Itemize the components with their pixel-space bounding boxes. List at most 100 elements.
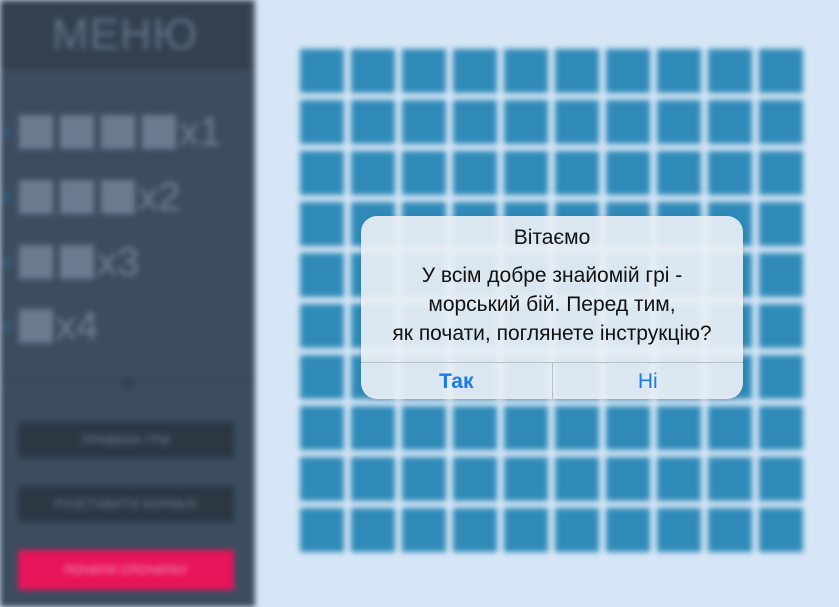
dialog-button-bar: Так Ні: [361, 362, 743, 399]
ship-row-3: x2: [5, 174, 181, 219]
ship-cell: [19, 245, 53, 279]
board-cell[interactable]: [555, 457, 599, 501]
board-cell[interactable]: [606, 508, 650, 552]
board-cell[interactable]: [300, 508, 344, 552]
no-button[interactable]: Ні: [553, 363, 744, 399]
ship-cell: [19, 309, 53, 343]
board-cell[interactable]: [759, 100, 803, 144]
board-cell[interactable]: [504, 406, 548, 450]
board-cell[interactable]: [657, 151, 701, 195]
board-cell[interactable]: [555, 508, 599, 552]
board-cell[interactable]: [708, 406, 752, 450]
dialog-message: У всім добре знайомій грі - морський бій…: [361, 261, 743, 348]
board-cell[interactable]: [300, 457, 344, 501]
arrow-icon: [5, 193, 11, 201]
board-cell[interactable]: [504, 508, 548, 552]
ship-count: x4: [56, 303, 99, 348]
ship-cell: [101, 115, 135, 149]
board-cell[interactable]: [657, 100, 701, 144]
board-cell[interactable]: [402, 49, 446, 93]
board-cell[interactable]: [402, 100, 446, 144]
board-cell[interactable]: [351, 151, 395, 195]
board-cell[interactable]: [453, 49, 497, 93]
board-cell[interactable]: [606, 406, 650, 450]
board-cell[interactable]: [759, 508, 803, 552]
board-cell[interactable]: [657, 49, 701, 93]
arrow-icon: [5, 258, 11, 266]
board-cell[interactable]: [300, 355, 344, 399]
board-cell[interactable]: [606, 100, 650, 144]
board-cell[interactable]: [453, 100, 497, 144]
board-cell[interactable]: [606, 151, 650, 195]
sidebar-menu: МЕНЮ x1 x2 x3 x4 ПРАВИЛА ГРИ РОЗСТАВИТИ …: [0, 0, 255, 607]
restart-button[interactable]: ПОЧАТИ СПОЧАТКУ: [18, 550, 234, 590]
ship-cell: [142, 115, 176, 149]
ship-cell: [60, 115, 94, 149]
dialog-message-line: як почати, поглянете інструкцію?: [392, 322, 712, 345]
board-cell[interactable]: [606, 457, 650, 501]
yes-button[interactable]: Так: [361, 363, 553, 399]
board-cell[interactable]: [300, 406, 344, 450]
board-cell[interactable]: [657, 406, 701, 450]
place-ships-button[interactable]: РОЗСТАВИТИ КОРАБЛІ: [18, 486, 234, 522]
board-cell[interactable]: [504, 49, 548, 93]
board-cell[interactable]: [759, 49, 803, 93]
board-cell[interactable]: [657, 508, 701, 552]
board-cell[interactable]: [555, 100, 599, 144]
board-cell[interactable]: [402, 457, 446, 501]
board-cell[interactable]: [708, 151, 752, 195]
board-cell[interactable]: [759, 457, 803, 501]
dialog-message-line: У всім добре знайомій грі -: [421, 264, 683, 287]
board-cell[interactable]: [708, 457, 752, 501]
board-cell[interactable]: [759, 304, 803, 348]
board-cell[interactable]: [402, 406, 446, 450]
divider-notch: [118, 378, 138, 390]
board-cell[interactable]: [555, 406, 599, 450]
board-cell[interactable]: [351, 457, 395, 501]
board-cell[interactable]: [300, 253, 344, 297]
board-cell[interactable]: [759, 355, 803, 399]
board-cell[interactable]: [759, 202, 803, 246]
board-cell[interactable]: [759, 406, 803, 450]
board-cell[interactable]: [402, 151, 446, 195]
ship-count: x3: [97, 239, 140, 284]
dialog-message-line: морський бій. Перед тим,: [428, 293, 676, 316]
board-cell[interactable]: [453, 406, 497, 450]
ship-row-2: x3: [5, 239, 140, 284]
board-cell[interactable]: [504, 100, 548, 144]
board-cell[interactable]: [555, 151, 599, 195]
board-cell[interactable]: [708, 49, 752, 93]
ship-cell: [19, 180, 53, 214]
board-cell[interactable]: [453, 151, 497, 195]
board-cell[interactable]: [351, 100, 395, 144]
board-cell[interactable]: [351, 406, 395, 450]
board-cell[interactable]: [606, 49, 650, 93]
board-cell[interactable]: [708, 100, 752, 144]
board-cell[interactable]: [300, 49, 344, 93]
board-cell[interactable]: [453, 508, 497, 552]
arrow-icon: [5, 322, 11, 330]
ship-count: x1: [179, 109, 222, 154]
ship-count: x2: [138, 174, 181, 219]
board-cell[interactable]: [300, 151, 344, 195]
board-cell[interactable]: [555, 49, 599, 93]
board-cell[interactable]: [351, 508, 395, 552]
board-cell[interactable]: [453, 457, 497, 501]
board-cell[interactable]: [504, 457, 548, 501]
board-cell[interactable]: [351, 49, 395, 93]
board-cell[interactable]: [759, 253, 803, 297]
ship-cell: [19, 115, 53, 149]
board-cell[interactable]: [504, 151, 548, 195]
board-cell[interactable]: [402, 508, 446, 552]
ship-row-4: x1: [5, 109, 222, 154]
ship-row-1: x4: [5, 303, 99, 348]
rules-button[interactable]: ПРАВИЛА ГРИ: [18, 422, 234, 458]
board-cell[interactable]: [657, 457, 701, 501]
board-cell[interactable]: [300, 202, 344, 246]
board-cell[interactable]: [759, 151, 803, 195]
board-cell[interactable]: [708, 508, 752, 552]
board-cell[interactable]: [300, 100, 344, 144]
board-cell[interactable]: [300, 304, 344, 348]
welcome-dialog: Вітаємо У всім добре знайомій грі - морс…: [361, 216, 743, 399]
menu-title: МЕНЮ: [0, 0, 250, 70]
